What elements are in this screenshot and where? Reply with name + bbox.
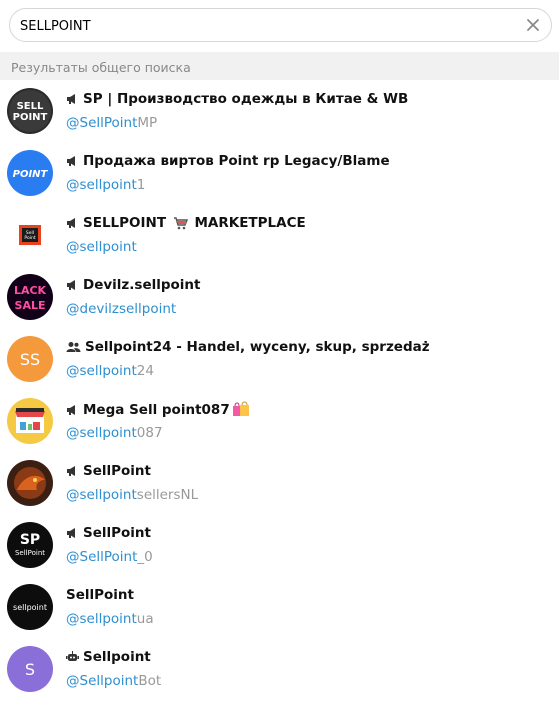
result-title: Sellpoint — [66, 649, 151, 667]
result-title: Mega Sell point087 — [66, 401, 252, 420]
result-title-text: SELLPOINT — [83, 215, 167, 231]
megaphone-icon — [66, 217, 79, 233]
search-result-row[interactable]: Sell Point SELLPOINT MARKETPLACE @sellpoint — [0, 208, 559, 270]
search-result-row[interactable]: POINT Продажа виртов Point rp Legacy/Blam… — [0, 146, 559, 208]
username-match: @sellpoint — [66, 177, 137, 193]
result-username: @sellpoint24 — [66, 363, 154, 379]
avatar: S — [7, 646, 53, 692]
result-title: Devilz.sellpoint — [66, 277, 200, 295]
megaphone-icon — [66, 527, 79, 543]
username-match: @sellpoint — [66, 363, 137, 379]
username-match: @SellPoint — [66, 549, 138, 565]
result-title-text: SellPoint — [83, 463, 151, 479]
svg-text:S: S — [25, 660, 35, 679]
svg-text:SP: SP — [20, 532, 40, 548]
result-title-text: Mega Sell point087 — [83, 402, 230, 418]
result-title-text: SP | Производство одежды в Китае & WB — [83, 91, 409, 107]
avatar: SELL POINT — [7, 88, 53, 134]
avatar: SP SellPoint — [7, 522, 53, 568]
username-rest: 1 — [136, 177, 146, 193]
group-icon — [66, 341, 81, 357]
svg-text:sellpoint: sellpoint — [13, 603, 47, 612]
username-match: @devilzsellpoint — [66, 301, 177, 317]
result-username: @SellpointBot — [66, 673, 161, 689]
avatar — [7, 460, 53, 506]
result-username: @SellPointMP — [66, 115, 157, 131]
svg-text:SALE: SALE — [15, 299, 46, 312]
username-rest: Bot — [138, 673, 162, 689]
username-match: @sellpoint — [66, 425, 137, 441]
username-rest: sellersNL — [136, 487, 199, 503]
cart-emoji-icon — [173, 217, 188, 230]
search-result-row[interactable]: sellpoint SellPoint @sellpointua — [0, 580, 559, 642]
search-result-row[interactable]: LACK SALE Devilz.sellpoint @devilzsellpoint — [0, 270, 559, 332]
result-title: SellPoint — [66, 463, 151, 481]
result-title-text: Devilz.sellpoint — [83, 277, 201, 293]
svg-text:Point: Point — [24, 235, 35, 241]
avatar: sellpoint — [7, 584, 53, 630]
clear-search-icon[interactable] — [524, 16, 542, 34]
search-input[interactable] — [20, 16, 510, 36]
search-result-row[interactable]: SellPoint @sellpointsellersNL — [0, 456, 559, 518]
search-bar[interactable] — [9, 8, 552, 42]
result-title-suffix: MARKETPLACE — [194, 215, 306, 231]
result-username: @sellpoint087 — [66, 425, 163, 441]
shopping-bags-emoji-icon — [232, 401, 249, 416]
megaphone-icon — [66, 404, 79, 420]
avatar: LACK SALE — [7, 274, 53, 320]
username-rest: MP — [137, 115, 158, 131]
result-title: Продажа виртов Point rp Legacy/Blame — [66, 153, 390, 171]
search-result-row[interactable]: SS Sellpoint24 - Handel, wyceny, skup, sp… — [0, 332, 559, 394]
result-title: SP | Производство одежды в Китае & WB — [66, 91, 408, 109]
result-title: Sellpoint24 - Handel, wyceny, skup, sprz… — [66, 339, 430, 357]
section-header: Результаты общего поиска — [0, 52, 559, 80]
username-rest: 087 — [136, 425, 163, 441]
svg-text:SS: SS — [20, 350, 40, 369]
avatar — [7, 398, 53, 444]
result-username: @sellpointsellersNL — [66, 487, 198, 503]
megaphone-icon — [66, 93, 79, 109]
svg-text:LACK: LACK — [14, 284, 47, 297]
svg-text:POINT: POINT — [13, 169, 49, 180]
megaphone-icon — [66, 155, 79, 171]
result-title-text: Продажа виртов Point rp Legacy/Blame — [83, 153, 390, 169]
username-match: @sellpoint — [66, 611, 137, 627]
result-title: SELLPOINT MARKETPLACE — [66, 215, 306, 233]
username-match: @sellpoint — [66, 487, 137, 503]
result-title-text: Sellpoint — [83, 649, 151, 665]
result-title: SellPoint — [66, 587, 134, 603]
username-rest: ua — [136, 611, 154, 627]
result-title-text: Sellpoint24 - Handel, wyceny, skup, sprz… — [85, 339, 430, 355]
avatar: SS — [7, 336, 53, 382]
avatar: Sell Point — [7, 212, 53, 258]
svg-text:SELL: SELL — [17, 101, 44, 112]
result-username: @devilzsellpoint — [66, 301, 176, 317]
megaphone-icon — [66, 465, 79, 481]
svg-text:POINT: POINT — [13, 112, 48, 123]
result-username: @SellPoint_0 — [66, 549, 153, 565]
bot-icon — [66, 650, 79, 667]
search-results-list: SELL POINT SP | Производство одежды в Кита… — [0, 84, 559, 704]
search-result-row[interactable]: SELL POINT SP | Производство одежды в Кита… — [0, 84, 559, 146]
search-result-row[interactable]: Mega Sell point087 @sellpoint087 — [0, 394, 559, 456]
result-username: @sellpoint — [66, 239, 137, 255]
username-match: @sellpoint — [66, 239, 137, 255]
username-match: @Sellpoint — [66, 673, 139, 689]
username-rest: _0 — [137, 549, 153, 565]
search-result-row[interactable]: SP SellPoint SellPoint @SellPoint_0 — [0, 518, 559, 580]
result-username: @sellpointua — [66, 611, 154, 627]
result-title-text: SellPoint — [83, 525, 151, 541]
megaphone-icon — [66, 279, 79, 295]
result-username: @sellpoint1 — [66, 177, 145, 193]
username-match: @SellPoint — [66, 115, 138, 131]
result-title: SellPoint — [66, 525, 151, 543]
avatar: POINT — [7, 150, 53, 196]
svg-text:SellPoint: SellPoint — [15, 549, 45, 557]
result-title-text: SellPoint — [66, 587, 134, 603]
search-result-row[interactable]: S Sellpoint @SellpointBot — [0, 642, 559, 704]
username-rest: 24 — [136, 363, 154, 379]
